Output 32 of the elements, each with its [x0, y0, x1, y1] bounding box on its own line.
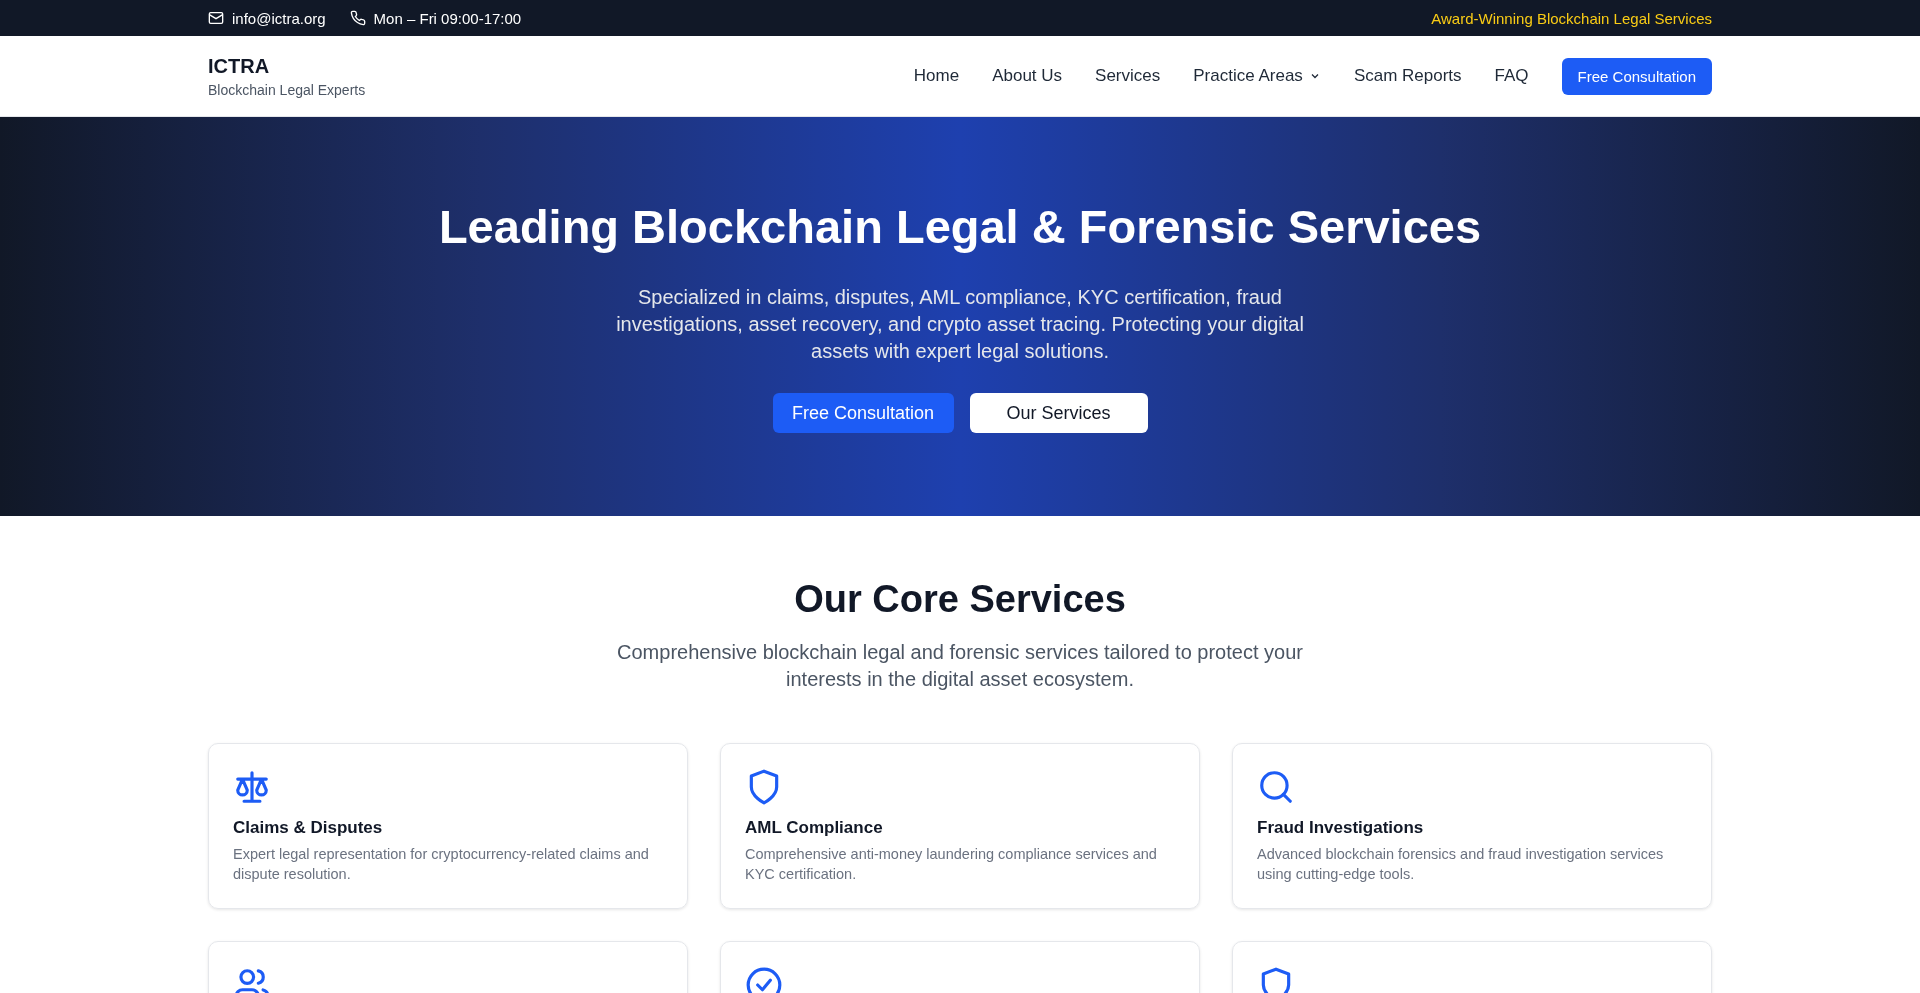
- section-title: Our Core Services: [793, 578, 1127, 621]
- services-button[interactable]: Our Services: [969, 393, 1148, 433]
- scales-icon: [233, 768, 271, 806]
- card-title: Claims & Disputes: [233, 818, 384, 838]
- nav-link[interactable]: Services: [1095, 66, 1161, 86]
- hero-text: Specialized in claims, disputes, AML compliance, KYC certification, fraud investigations, asset recovery, and crypto asset tracing. Protecting your digital assets with expert legal solutions.: [615, 285, 1305, 364]
- email-text: info@ictra.org: [232, 9, 326, 27]
- hero-title: Leading Blockchain Legal & Forensic Services: [437, 199, 1483, 254]
- mail-icon: [208, 10, 224, 26]
- hours-text: Mon – Fri 09:00-17:00: [373, 9, 522, 27]
- phone-icon: [349, 10, 366, 26]
- consultation-button[interactable]: Free Consultation: [1561, 57, 1712, 95]
- consultation-button[interactable]: Free Consultation: [772, 393, 954, 433]
- service-card[interactable]: AML Compliance Comprehensive anti-money laundering compliance services and KYC certification.: [720, 743, 1200, 909]
- card-description: Expert legal representation for cryptocurrency-related claims and dispute resolution.: [233, 845, 650, 884]
- tagline-text: Award-Winning Blockchain Legal Services: [1431, 9, 1712, 27]
- card-description: Comprehensive anti-money laundering compliance services and KYC certification.: [745, 845, 1158, 884]
- brand-name[interactable]: ICTRA: [208, 54, 366, 78]
- users-icon: [233, 966, 271, 993]
- service-card[interactable]: Fraud Investigations Advanced blockchain forensics and fraud investigation services using cutting-edge tools.: [1232, 743, 1712, 909]
- card-title: AML Compliance: [745, 818, 884, 838]
- service-card[interactable]: Claims & Disputes Expert legal representation for cryptocurrency-related claims and dispute resolution.: [208, 743, 688, 909]
- nav-link[interactable]: About Us: [992, 66, 1063, 86]
- nav-link[interactable]: Home: [913, 66, 960, 86]
- card-description: Advanced blockchain forensics and fraud investigation services using cutting-edge tools.: [1257, 845, 1665, 884]
- search-icon: [1257, 768, 1295, 806]
- card-title: Fraud Investigations: [1257, 818, 1425, 838]
- brand-subtitle: Blockchain Legal Experts: [208, 81, 366, 98]
- nav-link[interactable]: Practice Areas: [1193, 66, 1321, 86]
- section-subtitle: Comprehensive blockchain legal and forensic services tailored to protect your interests in the digital asset ecosystem.: [616, 640, 1304, 692]
- nav-link[interactable]: FAQ: [1494, 66, 1529, 86]
- nav-link[interactable]: Scam Reports: [1353, 66, 1462, 86]
